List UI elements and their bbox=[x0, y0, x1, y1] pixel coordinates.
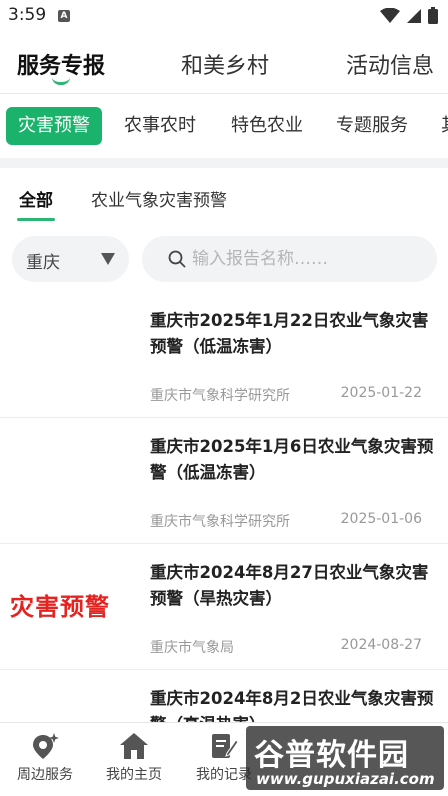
search-icon bbox=[168, 250, 186, 268]
tab-activity-info[interactable]: 活动信息 bbox=[346, 48, 434, 80]
search-input[interactable] bbox=[192, 236, 422, 282]
status-time: 3:59 bbox=[8, 5, 47, 25]
wifi-icon bbox=[380, 7, 400, 23]
report-thumbnail: 灾害预警 bbox=[10, 562, 138, 652]
status-icons bbox=[380, 7, 438, 24]
nav-nearby-services[interactable]: 周边服务 bbox=[5, 731, 85, 784]
tab-active-indicator bbox=[52, 77, 70, 85]
report-source: 重庆市气象科学研究所 bbox=[150, 388, 290, 404]
report-list: 重庆市2025年1月22日农业气象灾害预警（低温冻害） 重庆市气象科学研究所 2… bbox=[0, 292, 448, 796]
category-bar: 灾害预警 农事农时 特色农业 专题服务 其 bbox=[0, 95, 448, 157]
watermark-url: www.gupuxiazai.com bbox=[256, 770, 435, 788]
signal-icon bbox=[407, 8, 421, 23]
search-box[interactable] bbox=[142, 236, 437, 282]
status-bar: 3:59 A bbox=[0, 0, 448, 32]
category-disaster-warning[interactable]: 灾害预警 bbox=[6, 107, 102, 145]
category-specialty-agriculture[interactable]: 特色农业 bbox=[231, 107, 303, 145]
edit-note-icon bbox=[212, 734, 239, 758]
battery-icon bbox=[428, 7, 438, 24]
report-thumbnail bbox=[10, 436, 138, 526]
nav-my-home[interactable]: 我的主页 bbox=[94, 731, 174, 784]
subtab-all[interactable]: 全部 bbox=[19, 186, 53, 211]
report-date: 2025-01-22 bbox=[340, 385, 422, 401]
category-other[interactable]: 其 bbox=[441, 107, 448, 145]
category-farming-season[interactable]: 农事农时 bbox=[124, 107, 196, 145]
region-value: 重庆 bbox=[26, 253, 60, 273]
report-source: 重庆市气象局 bbox=[150, 640, 234, 656]
report-date: 2025-01-06 bbox=[340, 511, 422, 527]
watermark-title: 谷普软件园 bbox=[254, 738, 409, 773]
report-date: 2024-08-27 bbox=[340, 637, 422, 653]
nav-label: 我的主页 bbox=[106, 767, 162, 783]
location-sparkle-icon bbox=[33, 733, 59, 759]
subtab-active-indicator bbox=[17, 218, 55, 221]
section-divider bbox=[0, 158, 448, 168]
top-tab-bar: 服务专报 和美乡村 活动信息 bbox=[0, 32, 448, 94]
tab-beautiful-village[interactable]: 和美乡村 bbox=[181, 48, 269, 80]
sub-tab-bar: 全部 农业气象灾害预警 bbox=[0, 168, 448, 226]
nav-label: 周边服务 bbox=[17, 767, 73, 783]
list-item[interactable]: 重庆市2025年1月22日农业气象灾害预警（低温冻害） 重庆市气象科学研究所 2… bbox=[0, 292, 448, 418]
report-title: 重庆市2024年8月27日农业气象灾害预警（旱热灾害） bbox=[150, 563, 429, 608]
home-icon bbox=[120, 733, 148, 759]
watermark-logo: 谷普软件园 www.gupuxiazai.com bbox=[246, 726, 444, 790]
report-source: 重庆市气象科学研究所 bbox=[150, 514, 290, 530]
list-item[interactable]: 灾害预警 重庆市2024年8月27日农业气象灾害预警（旱热灾害） 重庆市气象局 … bbox=[0, 544, 448, 670]
report-thumbnail bbox=[10, 310, 138, 400]
subtab-agri-weather-warning[interactable]: 农业气象灾害预警 bbox=[91, 186, 227, 211]
disaster-warning-thumb-text: 灾害预警 bbox=[10, 592, 110, 621]
report-title: 重庆市2025年1月22日农业气象灾害预警（低温冻害） bbox=[150, 311, 429, 356]
report-title: 重庆市2025年1月6日农业气象灾害预警（低温冻害） bbox=[150, 437, 434, 482]
region-dropdown[interactable]: 重庆 bbox=[12, 236, 129, 282]
notification-icon: A bbox=[58, 10, 70, 22]
category-special-service[interactable]: 专题服务 bbox=[336, 107, 408, 145]
dropdown-arrow-icon bbox=[101, 253, 115, 265]
list-item[interactable]: 重庆市2025年1月6日农业气象灾害预警（低温冻害） 重庆市气象科学研究所 20… bbox=[0, 418, 448, 544]
tab-service-report[interactable]: 服务专报 bbox=[17, 48, 105, 80]
